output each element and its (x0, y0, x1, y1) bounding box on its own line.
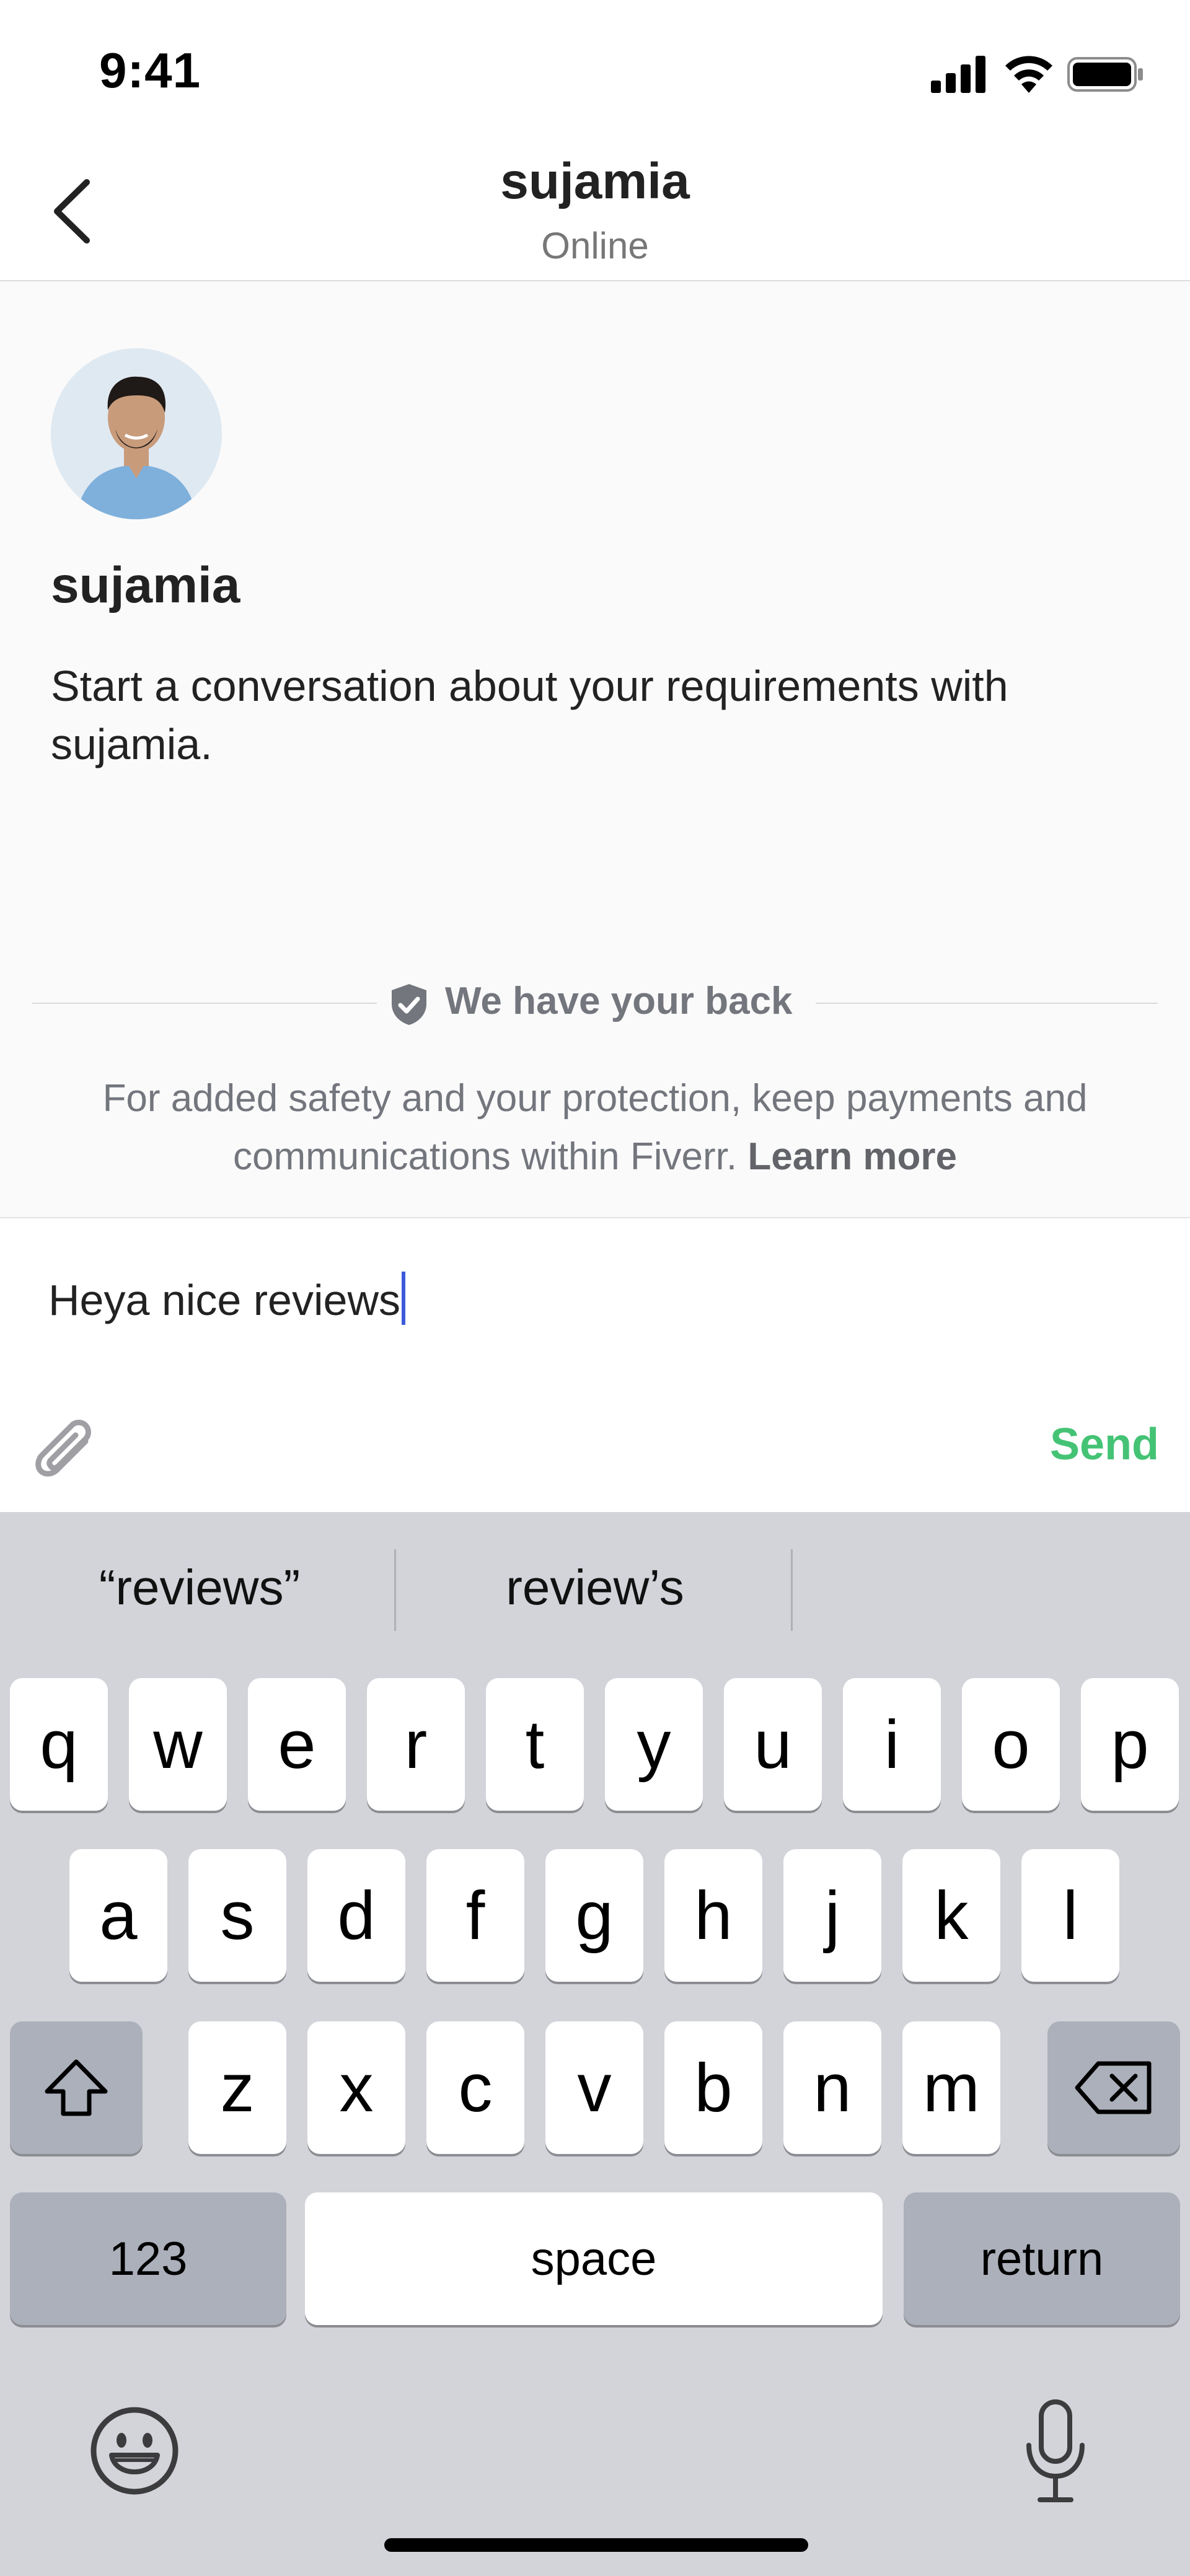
key-m[interactable]: m (902, 2021, 1000, 2154)
shield-check-icon (392, 984, 426, 1025)
profile-description: Start a conversation about your requirem… (51, 662, 1008, 768)
backspace-icon (1075, 2061, 1152, 2114)
key-g[interactable]: g (545, 1849, 643, 1982)
key-t[interactable]: t (486, 1678, 584, 1811)
key-k[interactable]: k (902, 1849, 1000, 1982)
space-key[interactable]: space (305, 2192, 883, 2325)
suggestion-2[interactable]: review’s (434, 1559, 756, 1616)
message-composer (0, 1217, 1190, 1513)
avatar[interactable] (51, 348, 222, 519)
battery-icon (1067, 57, 1143, 92)
shift-icon (45, 2059, 108, 2116)
key-b[interactable]: b (664, 2021, 762, 2154)
key-f[interactable]: f (426, 1849, 524, 1982)
key-p[interactable]: p (1081, 1678, 1179, 1811)
cellular-signal-icon (931, 56, 985, 93)
key-c[interactable]: c (426, 2021, 524, 2154)
message-input[interactable]: Heya nice reviews (48, 1272, 405, 1325)
key-x[interactable]: x (307, 2021, 405, 2154)
suggestion-divider (791, 1549, 793, 1631)
wifi-icon (1005, 56, 1052, 93)
message-text: Heya nice reviews (48, 1276, 400, 1324)
key-a[interactable]: a (69, 1849, 167, 1982)
key-e[interactable]: e (248, 1678, 346, 1811)
key-v[interactable]: v (545, 2021, 643, 2154)
key-q[interactable]: q (10, 1678, 108, 1811)
online-status: Online (541, 225, 649, 266)
key-j[interactable]: j (783, 1849, 881, 1982)
key-u[interactable]: u (724, 1678, 822, 1811)
learn-more-link[interactable]: Learn more (747, 1135, 957, 1178)
divider (816, 1003, 1158, 1004)
key-h[interactable]: h (664, 1849, 762, 1982)
key-s[interactable]: s (188, 1849, 286, 1982)
suggestion-1[interactable]: “reviews” (38, 1559, 361, 1616)
paperclip-icon[interactable] (30, 1408, 98, 1482)
key-d[interactable]: d (307, 1849, 405, 1982)
return-key[interactable]: return (904, 2192, 1180, 2325)
key-y[interactable]: y (605, 1678, 703, 1811)
divider (32, 1003, 377, 1004)
home-indicator[interactable] (384, 2538, 808, 2552)
status-time: 9:41 (99, 43, 201, 98)
contact-name: sujamia (500, 153, 690, 209)
send-button[interactable]: Send (1050, 1419, 1159, 1470)
key-w[interactable]: w (129, 1678, 227, 1811)
key-l[interactable]: l (1021, 1849, 1119, 1982)
key-i[interactable]: i (843, 1678, 941, 1811)
delete-key[interactable] (1047, 2021, 1180, 2154)
suggestion-divider (394, 1549, 396, 1631)
key-o[interactable]: o (962, 1678, 1060, 1811)
key-n[interactable]: n (783, 2021, 881, 2154)
key-r[interactable]: r (367, 1678, 465, 1811)
microphone-icon[interactable] (1021, 2399, 1090, 2505)
key-z[interactable]: z (188, 2021, 286, 2154)
emoji-icon[interactable] (88, 2404, 181, 2497)
safety-text: For added safety and your protection, ke… (43, 1070, 1147, 1186)
text-cursor (402, 1272, 405, 1325)
profile-name: sujamia (51, 557, 240, 613)
shift-key[interactable] (10, 2021, 143, 2154)
numbers-key[interactable]: 123 (10, 2192, 286, 2325)
safety-title: We have your back (445, 980, 793, 1022)
